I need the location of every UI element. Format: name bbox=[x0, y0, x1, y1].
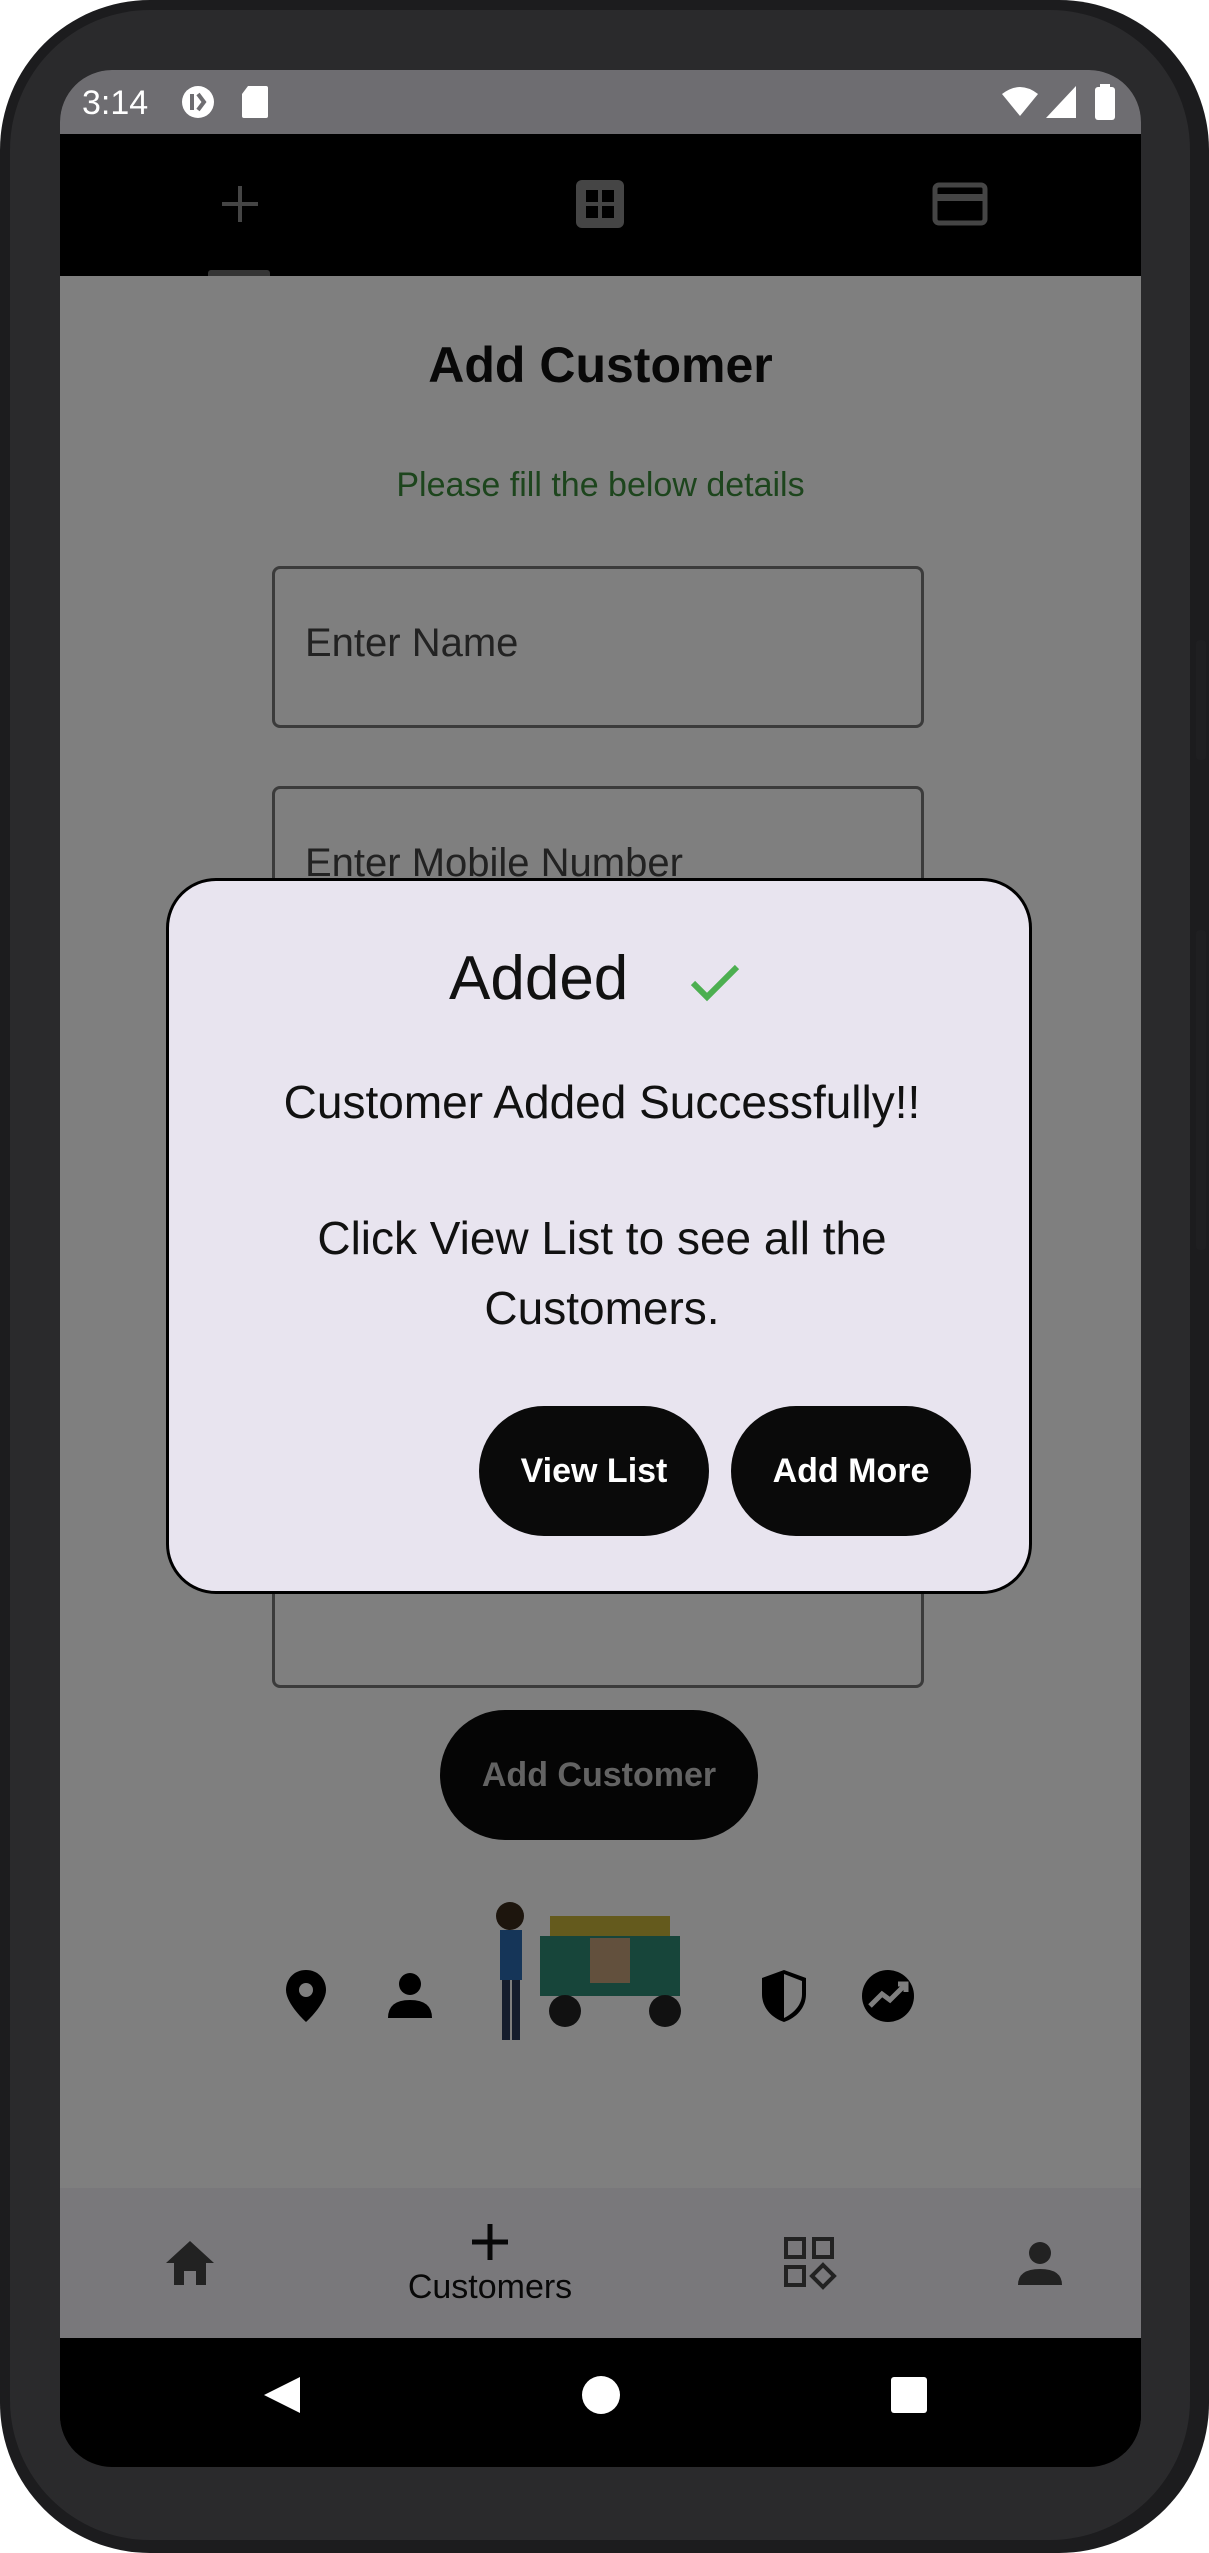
battery-icon bbox=[1094, 84, 1116, 125]
power-button bbox=[1196, 640, 1206, 760]
screen: 3:14 Added Customer Added Successfully!!… bbox=[60, 70, 1141, 2467]
sync-icon bbox=[180, 84, 216, 125]
phone-frame: 3:14 Added Customer Added Successfully!!… bbox=[0, 0, 1209, 2553]
status-bar: 3:14 bbox=[60, 70, 1141, 134]
dialog-message: Customer Added Successfully!! Click View… bbox=[209, 1067, 995, 1343]
system-navigation-bar bbox=[60, 2338, 1141, 2453]
recents-icon[interactable] bbox=[890, 2376, 928, 2419]
status-time: 3:14 bbox=[82, 84, 149, 122]
success-dialog: Added Customer Added Successfully!! Clic… bbox=[166, 878, 1032, 1594]
dialog-message-line2: Click View List to see all the Customers… bbox=[317, 1212, 887, 1334]
volume-button bbox=[1196, 930, 1206, 1250]
signal-icon bbox=[1044, 84, 1078, 125]
home-circle-icon[interactable] bbox=[580, 2374, 622, 2421]
wifi-icon bbox=[1000, 84, 1040, 125]
dialog-message-line1: Customer Added Successfully!! bbox=[283, 1076, 921, 1128]
add-more-button[interactable]: Add More bbox=[731, 1406, 971, 1536]
check-icon bbox=[689, 961, 741, 1010]
sd-card-icon bbox=[240, 84, 270, 125]
back-icon[interactable] bbox=[260, 2373, 304, 2422]
dialog-title: Added bbox=[449, 944, 629, 1013]
view-list-button[interactable]: View List bbox=[479, 1406, 709, 1536]
